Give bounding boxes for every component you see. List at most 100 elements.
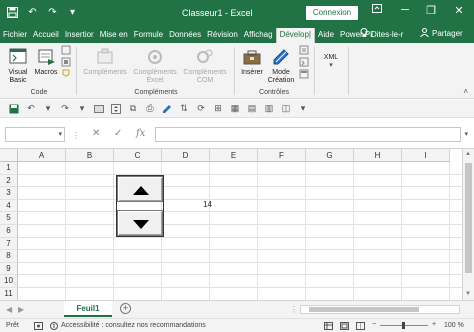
undo-dropdown-icon[interactable]: ▾ xyxy=(42,103,54,115)
spinner-control-icon[interactable] xyxy=(110,103,122,115)
chevron-down-icon[interactable]: ▾ xyxy=(58,130,62,138)
macro-security-icon[interactable] xyxy=(60,69,72,82)
page-break-preview-icon[interactable] xyxy=(356,322,365,332)
column-header-f[interactable]: F xyxy=(258,149,306,162)
tab-insertion[interactable]: Insertior xyxy=(62,28,97,43)
run-dialog-icon[interactable] xyxy=(298,69,310,82)
column-header-b[interactable]: B xyxy=(66,149,114,162)
row-header-7[interactable]: 7 xyxy=(0,237,18,251)
restore-button[interactable]: ❐ xyxy=(424,4,438,17)
connexion-button[interactable]: Connexion xyxy=(306,6,358,20)
worksheet-grid[interactable]: ABCDEFGHI 1 2 3 4 5 6 7 8 9 10 11 14 ▲ ▼ xyxy=(0,148,474,300)
tab-revision[interactable]: Révision xyxy=(204,28,241,43)
row-header-6[interactable]: 6 xyxy=(0,225,18,238)
grid-icon[interactable]: ▥ xyxy=(263,103,275,115)
scroll-down-icon[interactable]: ▼ xyxy=(465,291,471,297)
save-icon[interactable] xyxy=(8,103,20,115)
column-header-e[interactable]: E xyxy=(210,149,258,162)
name-box[interactable]: ▾ xyxy=(5,127,65,142)
filter-icon[interactable]: ⊞ xyxy=(212,103,224,115)
select-all-corner[interactable] xyxy=(0,149,18,162)
row-header-2[interactable]: 2 xyxy=(0,174,18,188)
page-layout-icon[interactable] xyxy=(340,322,349,332)
horizontal-scrollbar[interactable] xyxy=(300,305,460,314)
row-header-9[interactable]: 9 xyxy=(0,262,18,276)
row-header-8[interactable]: 8 xyxy=(0,250,18,263)
row-header-4[interactable]: 4 xyxy=(0,199,18,213)
spin-button-control[interactable] xyxy=(116,175,164,237)
column-header-h[interactable]: H xyxy=(354,149,402,162)
column-header-a[interactable]: A xyxy=(18,149,66,162)
row-header-5[interactable]: 5 xyxy=(0,212,18,225)
tab-aide[interactable]: Aide xyxy=(315,28,337,43)
share-button[interactable]: Partager xyxy=(420,28,463,39)
redo-dropdown-icon[interactable]: ▾ xyxy=(76,103,88,115)
row-header-1[interactable]: 1 xyxy=(0,162,18,175)
chart-icon[interactable]: ▤ xyxy=(246,103,258,115)
accessibility-status[interactable]: Accessibilité : consultez nos recommanda… xyxy=(61,322,206,329)
tab-accueil[interactable]: Accueil xyxy=(30,28,62,43)
camera-icon[interactable]: ◫ xyxy=(280,103,292,115)
print-icon[interactable]: ⎙ xyxy=(144,103,156,115)
tab-affichage[interactable]: Affichag xyxy=(241,28,276,43)
undo-icon[interactable]: ↶ xyxy=(26,6,39,19)
xml-button[interactable]: XML ▾ xyxy=(318,49,344,70)
customize-qat-icon[interactable]: ▾ xyxy=(297,103,309,115)
row-header-11[interactable]: 11 xyxy=(0,288,18,300)
tab-mise-en-page[interactable]: Mise en xyxy=(97,28,131,43)
tab-splitter[interactable]: ⋮ xyxy=(290,305,298,314)
accessibility-icon[interactable] xyxy=(50,322,58,332)
minimize-button[interactable]: ─ xyxy=(398,4,412,16)
formula-bar-splitter[interactable]: ⋮ xyxy=(72,131,80,140)
redo-icon[interactable]: ↷ xyxy=(59,103,71,115)
zoom-in-button[interactable]: + xyxy=(432,321,436,328)
expand-formula-bar-icon[interactable]: ▾ xyxy=(464,130,468,138)
undo-icon[interactable]: ↶ xyxy=(25,103,37,115)
complements-com-button[interactable]: Compléments COM xyxy=(180,47,230,85)
complements-button[interactable]: Compléments xyxy=(80,47,130,77)
tab-fichier[interactable]: Fichier xyxy=(0,28,30,43)
spin-down-button[interactable] xyxy=(117,210,163,236)
sort-icon[interactable]: ⇅ xyxy=(178,103,190,115)
complements-excel-button[interactable]: Compléments Excel xyxy=(130,47,180,85)
vertical-scroll-thumb[interactable] xyxy=(465,163,472,273)
tab-formules[interactable]: Formule xyxy=(131,28,166,43)
tell-me-search[interactable]: Dites-le-r xyxy=(360,28,403,40)
scroll-up-icon[interactable]: ▲ xyxy=(465,151,471,157)
design-mode-icon[interactable] xyxy=(161,103,173,115)
tab-donnees[interactable]: Données xyxy=(166,28,204,43)
row-header-10[interactable]: 10 xyxy=(0,275,18,288)
cancel-icon[interactable]: ✕ xyxy=(92,128,100,139)
zoom-slider-thumb[interactable] xyxy=(402,322,405,329)
normal-view-icon[interactable] xyxy=(324,322,333,332)
macros-button[interactable]: Macros xyxy=(32,47,60,77)
add-sheet-button[interactable]: + xyxy=(120,303,131,314)
redo-icon[interactable]: ↷ xyxy=(46,6,59,19)
save-icon[interactable] xyxy=(6,6,19,19)
collapse-ribbon-icon[interactable]: ˄ xyxy=(463,87,468,96)
column-header-i[interactable]: I xyxy=(402,149,450,162)
visual-basic-button[interactable]: Visual Basic xyxy=(4,47,32,85)
column-header-g[interactable]: G xyxy=(306,149,354,162)
horizontal-scroll-thumb[interactable] xyxy=(309,307,419,312)
tab-developpeur[interactable]: Dévelop| xyxy=(275,28,315,43)
macro-record-icon[interactable] xyxy=(34,322,43,332)
ribbon-display-options-icon[interactable] xyxy=(370,4,384,16)
copy-icon[interactable]: ⧉ xyxy=(127,103,139,115)
mode-creation-button[interactable]: Mode Création xyxy=(266,47,296,85)
column-header-d[interactable]: D xyxy=(162,149,210,162)
row-header-3[interactable]: 3 xyxy=(0,187,18,200)
previous-sheet-icon[interactable]: ◀ xyxy=(6,305,12,314)
next-sheet-icon[interactable]: ▶ xyxy=(18,305,24,314)
qat-customize-icon[interactable]: ▾ xyxy=(66,6,79,19)
spin-up-button[interactable] xyxy=(117,176,163,202)
zoom-out-button[interactable]: − xyxy=(372,321,376,328)
inserer-button[interactable]: Insérer xyxy=(238,47,266,77)
column-header-c[interactable]: C xyxy=(114,149,162,162)
button-control-icon[interactable] xyxy=(93,103,105,115)
zoom-level[interactable]: 100 % xyxy=(444,322,464,329)
insert-function-button[interactable]: fx xyxy=(136,128,145,139)
enter-icon[interactable]: ✓ xyxy=(114,128,122,139)
spreadsheet-icon[interactable]: ▦ xyxy=(229,103,241,115)
vertical-scrollbar[interactable]: ▲ ▼ xyxy=(462,149,474,300)
